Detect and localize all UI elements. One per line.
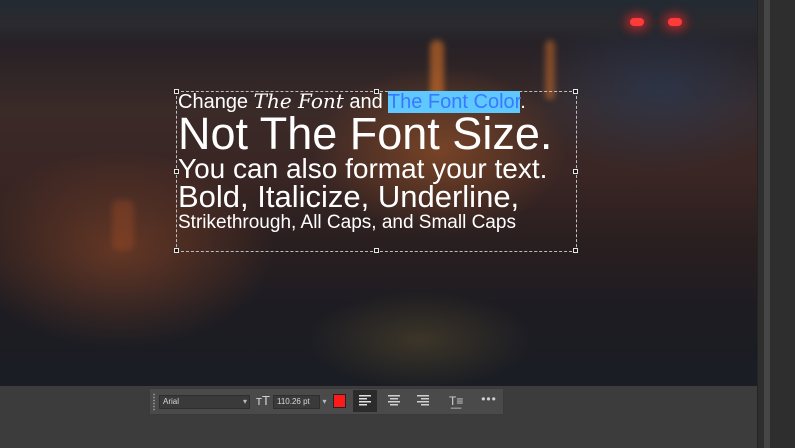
text-options-icon[interactable]: T͟≡	[449, 394, 465, 408]
align-left-icon	[359, 395, 371, 406]
align-right-icon	[417, 395, 429, 406]
light-reflection	[112, 200, 134, 250]
resize-handle-middle-right[interactable]	[573, 169, 578, 174]
text-line-4[interactable]: Bold, Italicize, Underline,	[178, 180, 519, 214]
resize-handle-bottom-center[interactable]	[374, 248, 379, 253]
chevron-down-icon[interactable]: ▾	[240, 395, 250, 409]
right-panel-scrollbar[interactable]	[757, 0, 795, 448]
font-size-icon: ᴛT	[256, 393, 270, 408]
car-tail-light	[630, 18, 644, 26]
font-family-select[interactable]: Arial	[159, 395, 250, 409]
resize-handle-top-right[interactable]	[573, 89, 578, 94]
align-center-button[interactable]	[382, 390, 406, 412]
text-line-2[interactable]: Not The Font Size.	[178, 109, 552, 159]
align-center-icon	[388, 395, 400, 406]
car-tail-light	[668, 18, 682, 26]
text-color-swatch[interactable]	[333, 394, 346, 408]
resize-handle-bottom-right[interactable]	[573, 248, 578, 253]
align-left-button[interactable]	[353, 390, 377, 412]
workspace: Change The Font and The Font Color. Not …	[0, 0, 795, 448]
more-icon[interactable]: •••	[480, 393, 498, 407]
font-size-field[interactable]: 110.26 pt	[273, 395, 320, 409]
drag-grip-icon[interactable]	[152, 393, 156, 411]
text-line-5[interactable]: Strikethrough, All Caps, and Small Caps	[178, 211, 516, 235]
resize-handle-bottom-left[interactable]	[174, 248, 179, 253]
scrollbar-thumb[interactable]	[764, 0, 770, 448]
chevron-down-icon[interactable]: ▾	[320, 395, 329, 409]
align-right-button[interactable]	[411, 390, 435, 412]
